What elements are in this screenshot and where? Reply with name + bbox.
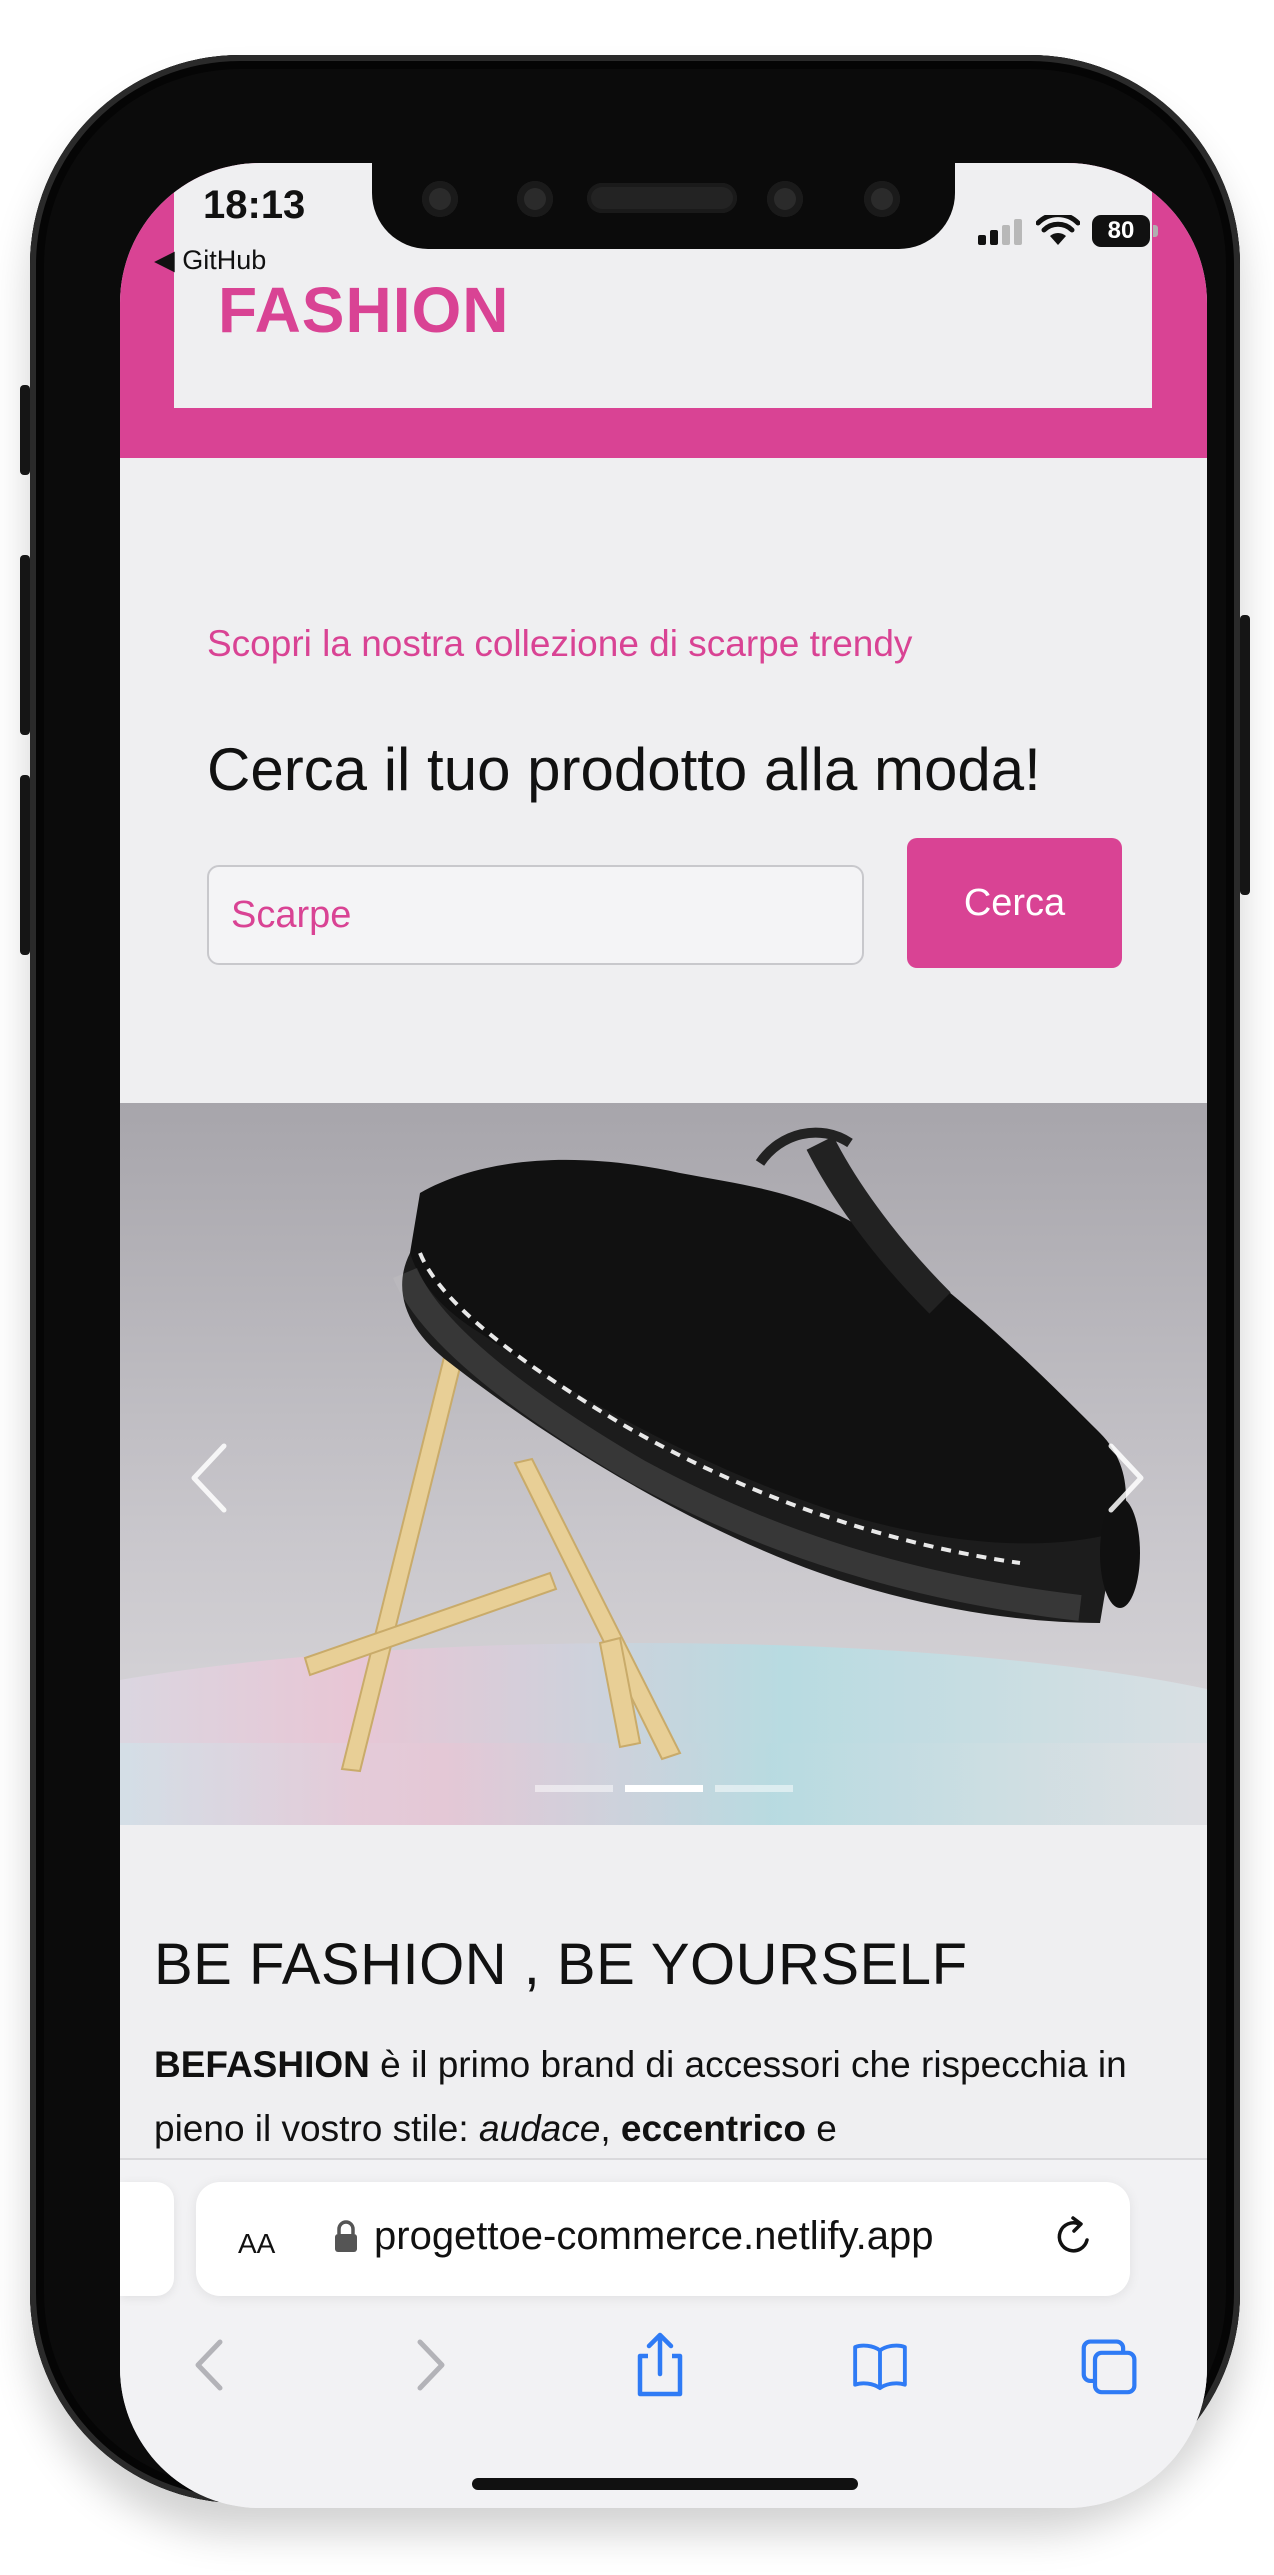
browser-toolbar: AA progettoe-commerce.netlify.app xyxy=(120,2158,1207,2508)
sensor-icon xyxy=(422,181,458,217)
previous-tab-preview[interactable] xyxy=(120,2182,174,2296)
dot-projector-icon xyxy=(864,181,900,217)
status-time: 18:13 xyxy=(203,183,306,227)
proximity-sensor-icon xyxy=(767,181,803,217)
bookmarks-icon[interactable] xyxy=(850,2330,910,2400)
camera-notch xyxy=(372,163,955,249)
about-italic-word: audace xyxy=(478,2108,601,2149)
battery-tip xyxy=(1153,225,1158,237)
hero-subtitle: Scopri la nostra collezione di scarpe tr… xyxy=(207,623,913,664)
carousel-indicator-3[interactable] xyxy=(715,1785,793,1792)
volume-up-button xyxy=(20,555,30,735)
about-bold-word: eccentrico xyxy=(620,2108,806,2149)
cellular-signal-icon xyxy=(978,219,1024,245)
back-icon[interactable] xyxy=(180,2330,240,2400)
forward-icon[interactable] xyxy=(400,2330,460,2400)
power-button xyxy=(1240,615,1250,895)
lock-icon xyxy=(335,2220,357,2252)
phone-frame: FASHION Scopri la nostra collezione di s… xyxy=(20,55,1250,2508)
mute-switch xyxy=(20,385,30,475)
address-bar[interactable]: AA progettoe-commerce.netlify.app xyxy=(196,2182,1130,2296)
hero-heading: Cerca il tuo prodotto alla moda! xyxy=(207,736,1041,803)
carousel-indicators xyxy=(120,1785,1207,1793)
text-size-button[interactable]: AA xyxy=(238,2220,275,2262)
web-page: FASHION Scopri la nostra collezione di s… xyxy=(120,163,1207,2508)
url-text[interactable]: progettoe-commerce.netlify.app xyxy=(374,2214,1024,2259)
carousel-image xyxy=(120,1103,1207,1825)
text-size-label: AA xyxy=(238,2228,276,2259)
earpiece-speaker xyxy=(587,183,737,213)
phone-screen: FASHION Scopri la nostra collezione di s… xyxy=(120,163,1207,2508)
battery-icon: 80 xyxy=(1092,215,1150,247)
about-brand-name: BEFASHION xyxy=(154,2044,370,2085)
front-camera-icon xyxy=(517,181,553,217)
about-title: BE FASHION , BE YOURSELF xyxy=(154,1932,968,1997)
reload-icon[interactable] xyxy=(1051,2214,1097,2260)
carousel-indicator-2[interactable] xyxy=(625,1785,703,1792)
about-paragraph: BEFASHION è il primo brand di accessori … xyxy=(154,2033,1174,2161)
about-comma: , xyxy=(600,2108,621,2149)
about-text-part-2: e xyxy=(805,2108,837,2149)
search-input[interactable] xyxy=(207,865,864,965)
home-indicator[interactable] xyxy=(472,2478,858,2490)
back-to-app-link[interactable]: ◀ GitHub xyxy=(154,245,266,276)
search-button[interactable]: Cerca xyxy=(907,838,1122,968)
carousel-prev-icon[interactable] xyxy=(180,1438,240,1518)
tabs-icon[interactable] xyxy=(1080,2330,1140,2400)
wifi-icon xyxy=(1036,215,1080,245)
carousel-indicator-1[interactable] xyxy=(535,1785,613,1792)
carousel-next-icon[interactable] xyxy=(1095,1438,1155,1518)
volume-down-button xyxy=(20,775,30,955)
product-carousel[interactable] xyxy=(120,1103,1207,1825)
share-icon[interactable] xyxy=(630,2330,690,2400)
